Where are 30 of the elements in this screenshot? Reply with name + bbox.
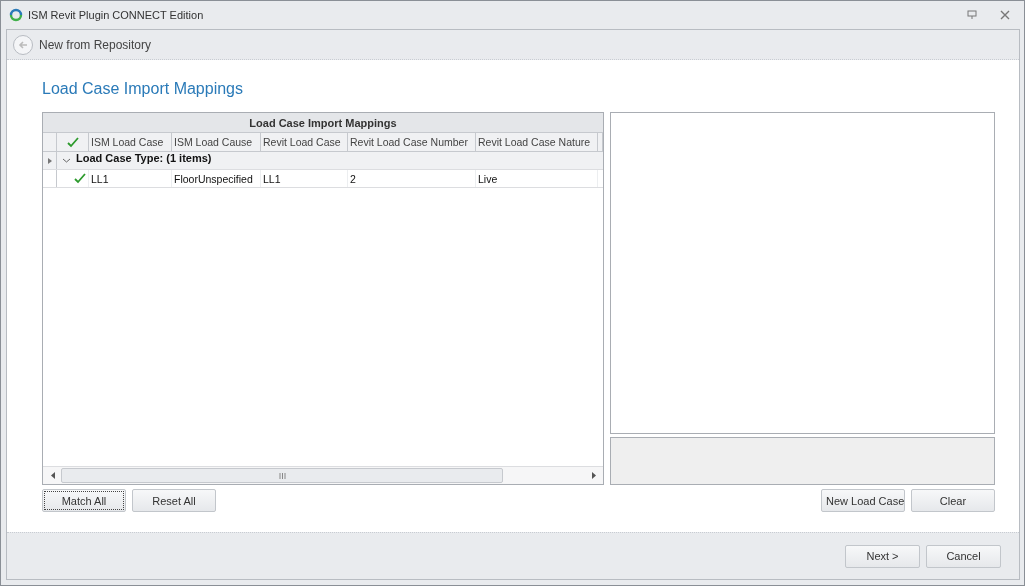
- column-header[interactable]: Revit Load Case Number: [348, 133, 476, 151]
- action-button[interactable]: Clear: [911, 489, 995, 512]
- action-button[interactable]: Match All: [42, 489, 126, 512]
- checkmark-icon: [66, 136, 79, 148]
- column-header[interactable]: Revit Load Case: [261, 133, 348, 151]
- scroll-left-icon[interactable]: [51, 472, 55, 479]
- table-cell: LL1: [89, 170, 172, 187]
- footer-button[interactable]: Cancel: [926, 544, 1001, 568]
- action-button[interactable]: Reset All: [132, 489, 216, 512]
- scrollbar-thumb[interactable]: [61, 468, 503, 483]
- table-cell: LL1: [261, 170, 348, 187]
- grid-caption: Load Case Import Mappings: [43, 113, 603, 133]
- row-indicator-icon: [47, 157, 52, 164]
- table-cell: Live: [476, 170, 598, 187]
- collapse-caret-icon[interactable]: [63, 157, 70, 164]
- app-logo-icon: [9, 8, 23, 22]
- scroll-right-icon[interactable]: [592, 472, 596, 479]
- table-cell: FloorUnspecified: [172, 170, 261, 187]
- table-cell: 2: [348, 170, 476, 187]
- column-header[interactable]: ISM Load Case: [89, 133, 172, 151]
- page-title: Load Case Import Mappings: [42, 80, 244, 98]
- close-icon[interactable]: [1000, 10, 1010, 20]
- group-label: Load Case Type: (1 items): [76, 152, 212, 166]
- column-header[interactable]: ISM Load Cause: [172, 133, 261, 151]
- nav-title: New from Repository: [39, 37, 152, 52]
- footer-button[interactable]: Next >: [845, 544, 920, 568]
- action-button[interactable]: New Load Case: [821, 489, 905, 512]
- window-title: ISM Revit Plugin CONNECT Edition: [28, 9, 205, 21]
- back-arrow-icon: [18, 39, 28, 50]
- column-header[interactable]: Revit Load Case Nature: [476, 133, 598, 151]
